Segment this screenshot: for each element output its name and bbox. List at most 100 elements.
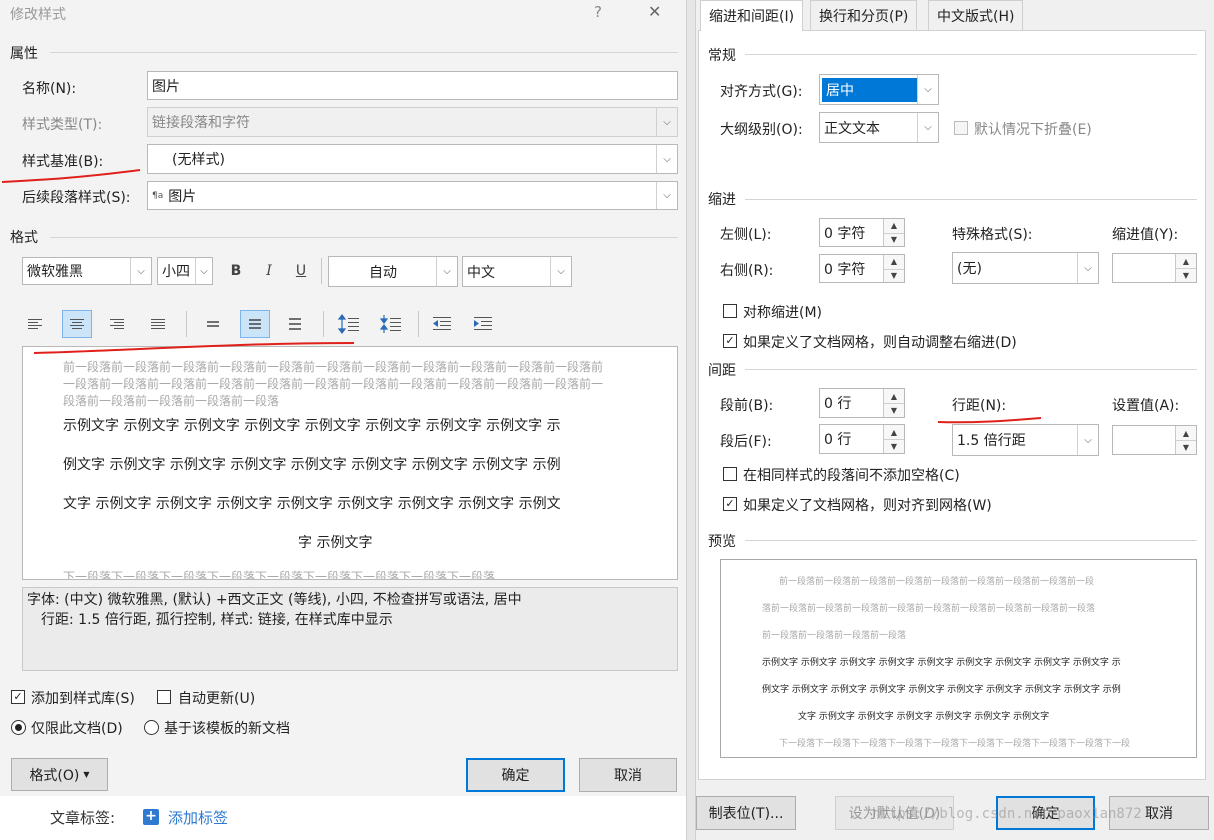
right-indent-value: 0 字符 — [824, 261, 866, 278]
align-left-icon[interactable] — [20, 310, 50, 338]
divider — [50, 237, 678, 238]
double-spacing-icon[interactable] — [280, 310, 310, 338]
chevron-down-icon: ⌵ — [195, 258, 212, 284]
chevron-down-icon: ⌵ — [656, 108, 677, 136]
underline-button[interactable]: U — [286, 257, 316, 285]
format-group-title: 格式 — [10, 230, 38, 246]
spin-buttons[interactable]: ▲ ▼ — [883, 219, 904, 246]
special-indent-value: (无) — [957, 261, 982, 277]
chevron-down-icon: ⌵ — [130, 258, 151, 284]
auto-update-checkbox[interactable] — [157, 690, 171, 704]
add-to-gallery-checkbox[interactable]: ✓ — [11, 690, 25, 704]
right-indent-label: 右侧(R): — [720, 263, 774, 279]
ok-button[interactable]: 确定 — [466, 758, 565, 792]
paragraph-dialog: 缩进和间距(I) 换行和分页(P) 中文版式(H) 常规 对齐方式(G): 居中… — [696, 0, 1214, 840]
preview-sample-line: 示例文字 示例文字 示例文字 示例文字 示例文字 示例文字 示例文字 示例文字 … — [762, 658, 1121, 668]
spin-up-icon[interactable]: ▲ — [884, 389, 904, 404]
one-half-spacing-icon[interactable] — [240, 310, 270, 338]
font-select[interactable]: 微软雅黑 ⌵ — [22, 257, 152, 285]
format-menu-button[interactable]: 格式(O) ▼ — [11, 758, 108, 791]
toolbar-separator — [323, 311, 324, 337]
justify-icon[interactable] — [143, 310, 173, 338]
spin-down-icon[interactable]: ▼ — [884, 269, 904, 283]
dialog-title: 修改样式 — [10, 7, 66, 23]
description-line: 行距: 1.5 倍行距, 孤行控制, 样式: 链接, 在样式库中显示 — [41, 612, 393, 628]
toolbar-separator — [418, 311, 419, 337]
left-indent-spinner[interactable]: 0 字符 ▲ ▼ — [819, 218, 905, 247]
tab-asian-typography[interactable]: 中文版式(H) — [928, 0, 1024, 30]
line-spacing-select[interactable]: 1.5 倍行距 ⌵ — [952, 424, 1099, 456]
next-style-label: 后续段落样式(S): — [22, 190, 131, 206]
script-select[interactable]: 中文 ⌵ — [462, 256, 572, 287]
spin-down-icon[interactable]: ▼ — [1176, 268, 1196, 282]
spin-buttons[interactable]: ▲ ▼ — [883, 255, 904, 282]
no-space-same-style-checkbox[interactable] — [723, 467, 737, 481]
right-indent-spinner[interactable]: 0 字符 ▲ ▼ — [819, 254, 905, 283]
outline-level-select[interactable]: 正文文本 ⌵ — [819, 112, 939, 143]
spin-down-icon[interactable]: ▼ — [884, 403, 904, 417]
spin-buttons[interactable]: ▲ ▼ — [883, 389, 904, 417]
chevron-down-icon: ⌵ — [1077, 425, 1098, 455]
align-center-icon[interactable] — [62, 310, 92, 338]
tab-line-page-breaks[interactable]: 换行和分页(P) — [810, 0, 918, 30]
collapse-by-default-checkbox[interactable] — [954, 121, 968, 135]
chevron-down-icon: ⌵ — [917, 75, 938, 104]
spin-down-icon[interactable]: ▼ — [884, 439, 904, 453]
spin-down-icon[interactable]: ▼ — [884, 233, 904, 247]
increase-indent-icon[interactable] — [468, 310, 498, 338]
italic-button[interactable]: I — [254, 257, 284, 285]
space-before-label: 段前(B): — [720, 398, 774, 414]
spin-up-icon[interactable]: ▲ — [1176, 254, 1196, 269]
name-input[interactable]: 图片 — [147, 71, 678, 100]
next-style-select[interactable]: ¶a 图片 ⌵ — [147, 181, 678, 210]
help-button[interactable]: ? — [594, 3, 602, 21]
space-after-spinner[interactable]: 0 行 ▲ ▼ — [819, 424, 905, 454]
preview-sample-line: 文字 示例文字 示例文字 示例文字 示例文字 示例文字 示例文字 — [798, 712, 1050, 722]
tab-indents-spacing[interactable]: 缩进和间距(I) — [700, 0, 804, 31]
spin-down-icon[interactable]: ▼ — [1176, 440, 1196, 454]
mirror-indents-checkbox[interactable] — [723, 304, 737, 318]
cancel-button[interactable]: 取消 — [579, 758, 677, 792]
at-spinner[interactable]: ▲ ▼ — [1112, 425, 1197, 455]
tabs-button[interactable]: 制表位(T)... — [696, 796, 796, 830]
spin-buttons[interactable]: ▲ ▼ — [1175, 426, 1196, 454]
single-spacing-icon[interactable] — [198, 310, 228, 338]
only-this-document-radio[interactable] — [11, 720, 26, 735]
auto-adjust-indent-label: 如果定义了文档网格，则自动调整右缩进(D) — [743, 335, 1017, 351]
next-paragraph-text: 下一段落下一段落下一段落下一段落下一段落下一段落下一段落下一段落下一段落 — [63, 570, 496, 580]
spin-buttons[interactable]: ▲ ▼ — [883, 425, 904, 453]
spin-up-icon[interactable]: ▲ — [1176, 426, 1196, 441]
add-tag-link[interactable]: 添加标签 — [168, 807, 228, 828]
sample-text-line: 例文字 示例文字 示例文字 示例文字 示例文字 示例文字 示例文字 示例文字 示… — [63, 457, 561, 473]
alignment-select[interactable]: 居中 ⌵ — [819, 74, 939, 105]
spin-up-icon[interactable]: ▲ — [884, 255, 904, 270]
style-type-select[interactable]: 链接段落和字符 ⌵ — [147, 107, 678, 137]
divider — [745, 199, 1197, 200]
close-icon[interactable]: ✕ — [648, 2, 661, 21]
spin-up-icon[interactable]: ▲ — [884, 219, 904, 234]
space-before-spinner[interactable]: 0 行 ▲ ▼ — [819, 388, 905, 418]
bold-button[interactable]: B — [221, 257, 251, 285]
increase-spacing-icon[interactable] — [334, 310, 364, 338]
font-color-select[interactable]: 自动 ⌵ — [328, 256, 458, 287]
divider — [745, 540, 1197, 541]
special-indent-select[interactable]: (无) ⌵ — [952, 252, 1099, 284]
style-description: 字体: (中文) 微软雅黑, (默认) +西文正文 (等线), 小四, 不检查拼… — [22, 587, 678, 671]
article-tags-label: 文章标签: — [50, 809, 116, 827]
auto-adjust-indent-checkbox[interactable]: ✓ — [723, 334, 737, 348]
decrease-spacing-icon[interactable] — [376, 310, 406, 338]
align-right-icon[interactable] — [102, 310, 132, 338]
font-size-select[interactable]: 小四 ⌵ — [157, 257, 213, 285]
divider — [745, 54, 1197, 55]
indent-by-spinner[interactable]: ▲ ▼ — [1112, 253, 1197, 283]
toolbar-separator — [321, 258, 322, 284]
snap-to-grid-checkbox[interactable]: ✓ — [723, 497, 737, 511]
next-style-value: 图片 — [168, 188, 197, 205]
preview-next-line: 下一段落下一段落下一段落下一段落下一段落下一段落下一段落下一段落下一段落下一段 — [779, 739, 1131, 749]
spin-up-icon[interactable]: ▲ — [884, 425, 904, 440]
style-base-select[interactable]: (无样式) ⌵ — [147, 144, 678, 174]
decrease-indent-icon[interactable] — [427, 310, 457, 338]
spin-buttons[interactable]: ▲ ▼ — [1175, 254, 1196, 282]
chevron-down-icon: ⌵ — [550, 257, 571, 286]
new-documents-radio[interactable] — [144, 720, 159, 735]
